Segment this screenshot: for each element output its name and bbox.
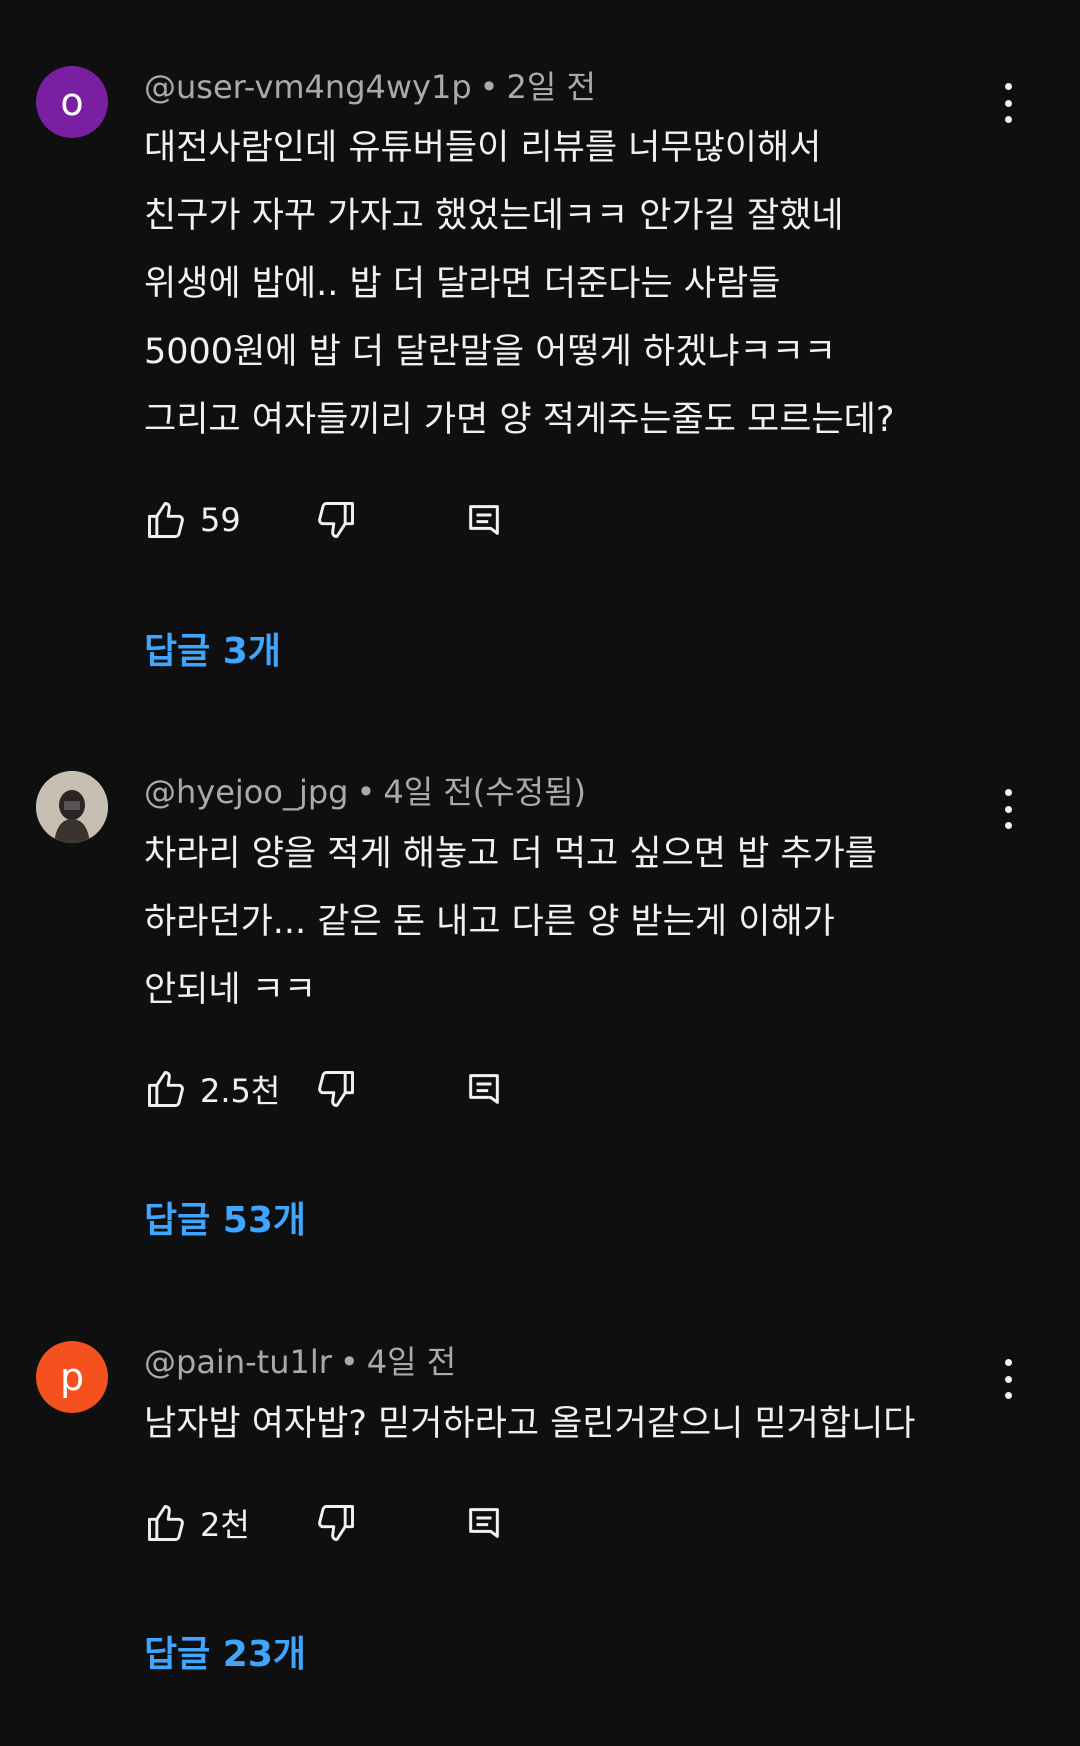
reply-comment-icon (469, 1508, 499, 1538)
replies-button[interactable]: 답글 53개 (144, 1196, 306, 1246)
comment-text: 차라리 양을 적게 해놓고 더 먹고 싶으면 밥 추가를 하라던가... 같은 … (144, 834, 878, 1010)
like-count: 59 (200, 501, 241, 539)
avatar-letter: o (60, 80, 84, 124)
comment-text: 대전사람인데 유튜버들이 리뷰를 너무많이해서 친구가 자꾸 가자고 했었는데ㅋ… (144, 128, 895, 440)
comment-author[interactable]: @pain-tu1lr (144, 1343, 332, 1381)
comment-time: 2일 전 (506, 68, 596, 106)
reply-button[interactable] (464, 1064, 504, 1114)
dislike-button[interactable] (314, 495, 358, 545)
thumbs-down-icon (318, 502, 354, 538)
avatar-photo (36, 771, 108, 843)
replies-button[interactable]: 답글 3개 (144, 627, 281, 677)
reply-comment-icon (469, 505, 499, 535)
comment-actions: 2.5천 (144, 1064, 544, 1114)
comment-meta: @pain-tu1lr • 4일 전 (144, 1343, 457, 1381)
avatar[interactable]: o (36, 66, 108, 138)
comment-author[interactable]: @user-vm4ng4wy1p (144, 68, 472, 106)
comment-time: 4일 전 (366, 1343, 457, 1381)
comment-actions: 59 (144, 495, 544, 545)
reply-button[interactable] (464, 495, 504, 545)
dislike-button[interactable] (314, 1064, 358, 1114)
comment-text: 남자밥 여자밥? 믿거하라고 올린거같으니 믿거합니다 (144, 1404, 916, 1444)
comment-actions: 2천 (144, 1498, 544, 1548)
thumbs-down-icon (318, 1505, 354, 1541)
comment-meta: @user-vm4ng4wy1p • 2일 전 (144, 68, 596, 106)
like-count: 2천 (200, 1506, 250, 1544)
like-button[interactable]: 2천 (144, 1498, 250, 1548)
avatar-letter: p (59, 1355, 85, 1399)
comment-author[interactable]: @hyejoo_jpg (144, 773, 348, 811)
reply-button[interactable] (464, 1498, 504, 1548)
thumbs-up-icon (148, 502, 184, 538)
thumbs-down-icon (318, 1071, 354, 1107)
avatar[interactable]: p (36, 1341, 108, 1413)
replies-button[interactable]: 답글 23개 (144, 1630, 306, 1680)
thumbs-up-icon (148, 1505, 184, 1541)
dislike-button[interactable] (314, 1498, 358, 1548)
thumbs-up-icon (148, 1071, 184, 1107)
like-button[interactable]: 2.5천 (144, 1064, 280, 1114)
comment-meta: @hyejoo_jpg • 4일 전(수정됨) (144, 773, 587, 811)
like-button[interactable]: 59 (144, 495, 241, 545)
like-count: 2.5천 (200, 1072, 281, 1110)
reply-comment-icon (469, 1074, 499, 1104)
avatar[interactable] (36, 771, 108, 843)
comment-time: 4일 전(수정됨) (383, 773, 587, 811)
